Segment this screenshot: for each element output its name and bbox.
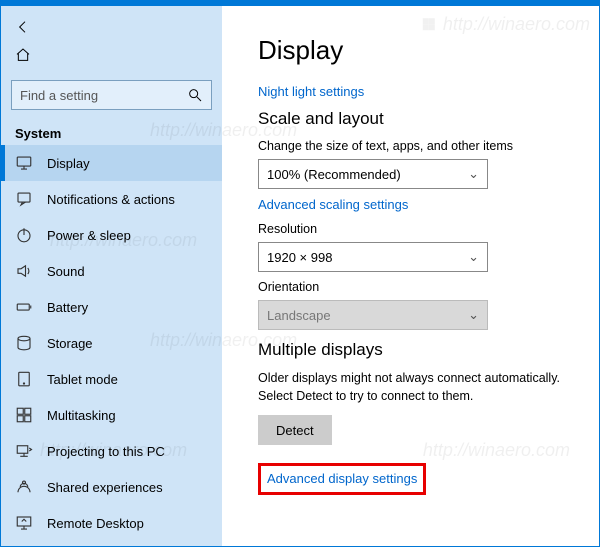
sidebar-category: System (1, 120, 222, 145)
advanced-display-settings-link[interactable]: Advanced display settings (267, 471, 417, 486)
sidebar-item-label: Battery (47, 300, 88, 315)
chevron-down-icon: ⌄ (468, 166, 479, 182)
highlight-box: Advanced display settings (258, 463, 426, 495)
project-icon (15, 442, 33, 460)
resolution-select[interactable]: 1920 × 998 ⌄ (258, 242, 488, 272)
sidebar-item-remote[interactable]: Remote Desktop (1, 505, 222, 541)
scale-label: Change the size of text, apps, and other… (258, 139, 571, 153)
orientation-value: Landscape (267, 308, 331, 323)
chevron-down-icon: ⌄ (468, 249, 479, 265)
sidebar-item-notify[interactable]: Notifications & actions (1, 181, 222, 217)
content-pane: Display Night light settings Scale and l… (222, 1, 599, 546)
back-icon[interactable] (15, 19, 31, 35)
home-icon[interactable] (15, 47, 31, 63)
sidebar-item-label: Storage (47, 336, 93, 351)
sidebar-item-about[interactable]: About (1, 541, 222, 546)
sidebar-item-label: Multitasking (47, 408, 116, 423)
search-icon (187, 87, 203, 103)
display-icon (15, 154, 33, 172)
sidebar-item-tablet[interactable]: Tablet mode (1, 361, 222, 397)
sidebar-item-label: Power & sleep (47, 228, 131, 243)
chevron-down-icon: ⌄ (468, 307, 479, 323)
orientation-label: Orientation (258, 280, 571, 294)
night-light-link[interactable]: Night light settings (258, 84, 571, 99)
orientation-select: Landscape ⌄ (258, 300, 488, 330)
sidebar-item-share[interactable]: Shared experiences (1, 469, 222, 505)
sidebar-item-label: Sound (47, 264, 85, 279)
search-placeholder: Find a setting (20, 88, 98, 103)
multiple-displays-heading: Multiple displays (258, 340, 571, 360)
sidebar-item-power[interactable]: Power & sleep (1, 217, 222, 253)
notify-icon (15, 190, 33, 208)
resolution-label: Resolution (258, 222, 571, 236)
sidebar-nav-list: Display Notifications & actions Power & sl… (1, 145, 222, 546)
power-icon (15, 226, 33, 244)
multitask-icon (15, 406, 33, 424)
tablet-icon (15, 370, 33, 388)
sidebar-item-label: Notifications & actions (47, 192, 175, 207)
sidebar-item-label: Remote Desktop (47, 516, 144, 531)
remote-icon (15, 514, 33, 532)
sound-icon (15, 262, 33, 280)
share-icon (15, 478, 33, 496)
storage-icon (15, 334, 33, 352)
search-input[interactable]: Find a setting (11, 80, 212, 110)
resolution-value: 1920 × 998 (267, 250, 332, 265)
sidebar-item-sound[interactable]: Sound (1, 253, 222, 289)
sidebar-item-label: Tablet mode (47, 372, 118, 387)
sidebar-item-display[interactable]: Display (1, 145, 222, 181)
sidebar-item-multitask[interactable]: Multitasking (1, 397, 222, 433)
sidebar-item-project[interactable]: Projecting to this PC (1, 433, 222, 469)
scale-select[interactable]: 100% (Recommended) ⌄ (258, 159, 488, 189)
sidebar-item-label: Projecting to this PC (47, 444, 165, 459)
battery-icon (15, 298, 33, 316)
sidebar-item-label: Display (47, 156, 90, 171)
sidebar-item-label: Shared experiences (47, 480, 163, 495)
page-title: Display (258, 35, 571, 66)
sidebar-item-storage[interactable]: Storage (1, 325, 222, 361)
advanced-scaling-link[interactable]: Advanced scaling settings (258, 197, 571, 212)
detect-button[interactable]: Detect (258, 415, 332, 445)
multiple-displays-text: Older displays might not always connect … (258, 370, 571, 405)
scale-value: 100% (Recommended) (267, 167, 401, 182)
window-titlebar (0, 0, 600, 6)
settings-sidebar: Find a setting System Display Notificatio… (1, 1, 222, 546)
scale-layout-heading: Scale and layout (258, 109, 571, 129)
sidebar-item-battery[interactable]: Battery (1, 289, 222, 325)
